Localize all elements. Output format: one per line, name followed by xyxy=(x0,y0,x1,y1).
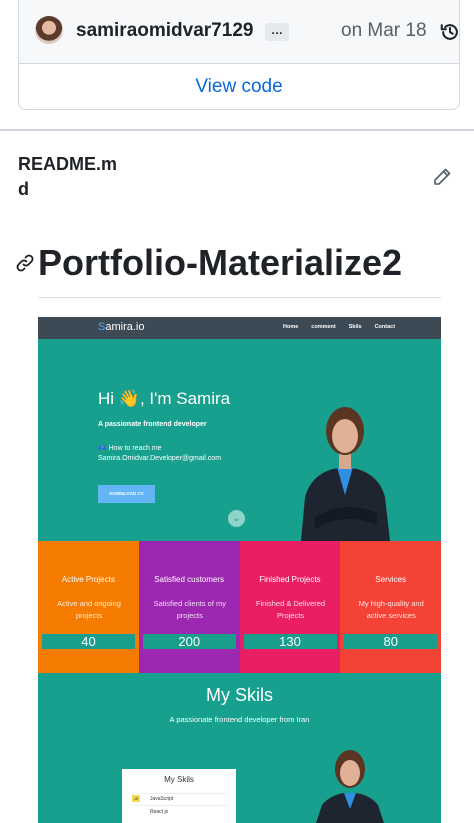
preview-skills-card-title: My Skils xyxy=(164,775,194,784)
section-divider xyxy=(0,129,474,131)
portfolio-preview-image: Samira.io Home comment Skils Contact Hi … xyxy=(38,317,441,823)
preview-stat-title: Finished Projects xyxy=(259,575,321,584)
preview-navbar: Samira.io Home comment Skils Contact xyxy=(38,317,441,339)
preview-skill-row: JS JavaScript xyxy=(132,793,228,804)
preview-hero: Hi 👋, I'm Samira A passionate frontend d… xyxy=(38,339,441,541)
preview-skills-card: My Skils JS JavaScript React js xyxy=(122,769,236,823)
link-icon[interactable] xyxy=(15,253,35,273)
commit-author[interactable]: samiraomidvar7129 xyxy=(76,20,253,42)
history-icon[interactable] xyxy=(439,21,461,43)
preview-stat-desc: Finished & Delivered Projects xyxy=(255,599,326,620)
preview-logo: Samira.io xyxy=(98,321,144,333)
preview-stat-desc: Satisfied clients of my projects xyxy=(153,599,227,620)
preview-stat-value: 130 xyxy=(243,634,337,649)
pencil-icon[interactable] xyxy=(432,167,452,187)
commit-message-expand-button[interactable]: … xyxy=(265,23,289,41)
preview-stats-row: Active Projects Active and ongoing proje… xyxy=(38,541,441,673)
preview-stat-desc: Active and ongoing projects xyxy=(57,599,121,620)
preview-nav-skills: Skils xyxy=(348,324,362,330)
preview-greeting: Hi 👋, I'm Samira xyxy=(98,389,231,408)
preview-skills-section: My Skils A passionate frontend developer… xyxy=(38,673,441,823)
person-photo xyxy=(316,750,384,823)
preview-skill-label: React js xyxy=(150,809,169,815)
preview-reach: 📪 How to reach me xyxy=(98,445,162,452)
preview-stat-card: Finished Projects Finished & Delivered P… xyxy=(239,541,341,673)
preview-tagline: A passionate frontend developer xyxy=(98,421,207,428)
preview-skills-title: My Skils xyxy=(206,685,273,705)
preview-stat-value: 200 xyxy=(142,634,236,649)
preview-stat-value: 80 xyxy=(344,634,438,649)
preview-nav-contact: Contact xyxy=(374,324,396,330)
preview-stat-card: Services My high-quality and active serv… xyxy=(340,541,441,673)
view-code-link[interactable]: View code xyxy=(19,76,459,98)
heading-rule xyxy=(38,297,441,298)
preview-stat-card: Satisfied customers Satisfied clients of… xyxy=(138,541,240,673)
chevron-down-icon: ⌄ xyxy=(228,510,245,527)
preview-skill-row: React js xyxy=(132,805,228,816)
readme-filename: README.md xyxy=(18,154,118,199)
preview-email: Samira.Omidvar.Developer@gmail.com xyxy=(98,455,222,462)
avatar[interactable] xyxy=(35,16,63,44)
commit-date[interactable]: on Mar 18 xyxy=(341,20,427,42)
preview-download-cv-button: DOWNLOAD CV xyxy=(98,485,155,503)
preview-stat-value: 40 xyxy=(42,634,135,649)
preview-stat-title: Active Projects xyxy=(61,575,115,584)
latest-commit-card: samiraomidvar7129 … on Mar 18 View code xyxy=(18,0,460,110)
preview-nav-links: Home comment Skils Contact xyxy=(283,324,395,330)
react-icon xyxy=(132,806,140,813)
preview-skill-label: JavaScript xyxy=(150,796,174,802)
preview-nav-comment: comment xyxy=(311,324,336,330)
preview-nav-home: Home xyxy=(283,324,299,330)
commit-row: samiraomidvar7129 … on Mar 18 xyxy=(19,0,459,64)
preview-stat-title: Satisfied customers xyxy=(154,575,225,584)
javascript-icon: JS xyxy=(132,795,140,803)
preview-skills-subtitle: A passionate frontend developer from Ira… xyxy=(169,715,310,724)
preview-stat-card: Active Projects Active and ongoing proje… xyxy=(38,541,139,673)
readme-heading: Portfolio-Materialize2 xyxy=(38,242,403,283)
person-photo xyxy=(301,407,390,541)
preview-stat-title: Services xyxy=(375,575,406,584)
preview-stat-desc: My high-quality and active services xyxy=(358,599,424,620)
preview-logo-rest: amira.io xyxy=(105,321,145,333)
